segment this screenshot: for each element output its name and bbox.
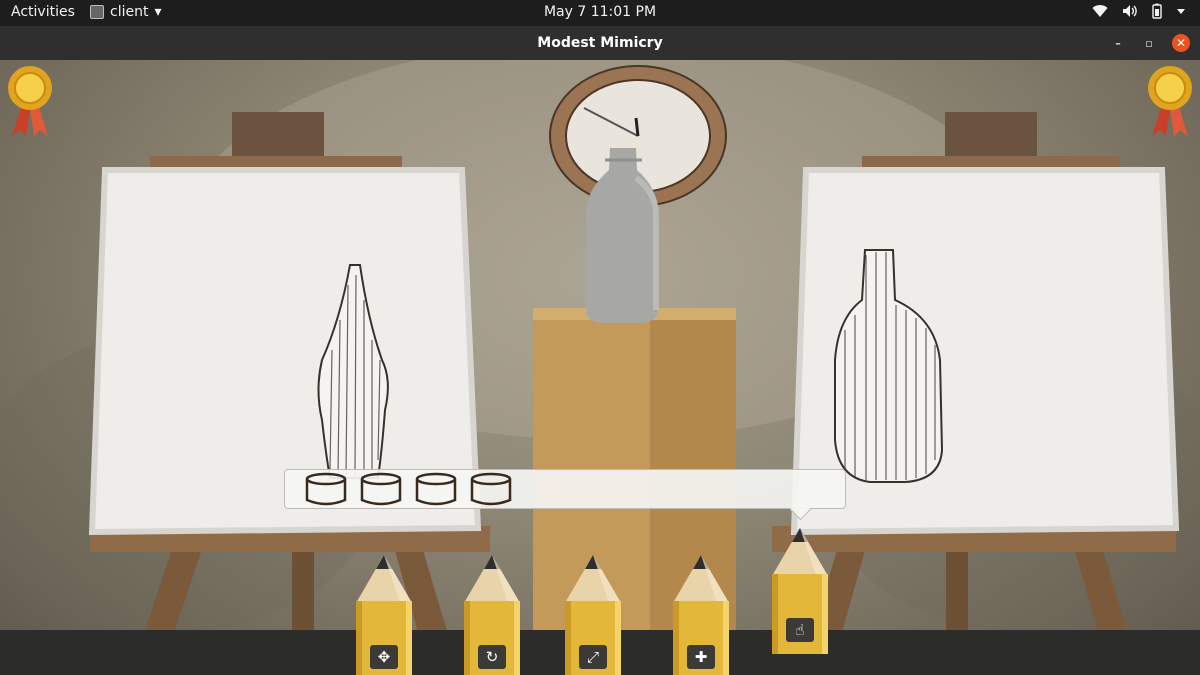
system-top-bar: Activities client ▾ May 7 11:01 PM xyxy=(0,0,1200,26)
system-menu-arrow-icon xyxy=(1177,9,1185,14)
close-button[interactable]: ✕ xyxy=(1172,34,1190,52)
pointer-tool-pencil[interactable]: ☝ xyxy=(772,528,828,654)
window-title-bar[interactable]: Modest Mimicry – ▫ ✕ xyxy=(0,26,1200,60)
attempts-bar xyxy=(284,469,846,521)
scale-tool-pencil[interactable]: ⤢ xyxy=(565,555,621,675)
cylinder-icon xyxy=(415,472,457,506)
pencil-tip-icon xyxy=(673,555,729,603)
pointer-tool-icon: ☝ xyxy=(786,618,814,642)
cylinder-icon xyxy=(305,472,347,506)
wifi-icon xyxy=(1092,5,1108,18)
system-tray[interactable] xyxy=(1092,3,1186,19)
rotate-tool-icon: ↻ xyxy=(478,645,506,669)
cylinder-icon xyxy=(470,472,512,506)
chevron-down-icon: ▾ xyxy=(154,4,162,20)
window-title: Modest Mimicry xyxy=(537,35,663,51)
rotate-tool-pencil[interactable]: ↻ xyxy=(464,555,520,675)
add-tool-icon: ✚ xyxy=(687,645,715,669)
app-icon xyxy=(90,5,104,19)
gold-medal-icon xyxy=(1148,66,1192,136)
minimize-button[interactable]: – xyxy=(1109,34,1127,52)
scale-tool-icon: ⤢ xyxy=(579,645,607,669)
pencil-tip-icon xyxy=(356,555,412,603)
pencil-tip-icon xyxy=(565,555,621,603)
volume-icon xyxy=(1123,5,1137,17)
pencil-tip-icon xyxy=(464,555,520,603)
activities-button[interactable]: Activities xyxy=(11,4,75,20)
cylinder-icon xyxy=(360,472,402,506)
maximize-button[interactable]: ▫ xyxy=(1140,34,1158,52)
battery-icon xyxy=(1152,3,1162,19)
pencil-tip-icon xyxy=(772,528,828,576)
game-viewport[interactable]: ✥ ↻ ⤢ ✚ ☝ xyxy=(0,60,1200,675)
clock[interactable]: May 7 11:01 PM xyxy=(544,4,656,20)
pencil-body xyxy=(772,574,828,654)
add-tool-pencil[interactable]: ✚ xyxy=(673,555,729,675)
move-tool-icon: ✥ xyxy=(370,645,398,669)
app-menu[interactable]: client ▾ xyxy=(90,4,161,20)
move-tool-pencil[interactable]: ✥ xyxy=(356,555,412,675)
app-menu-label: client xyxy=(110,4,149,20)
gold-medal-icon xyxy=(8,66,52,136)
